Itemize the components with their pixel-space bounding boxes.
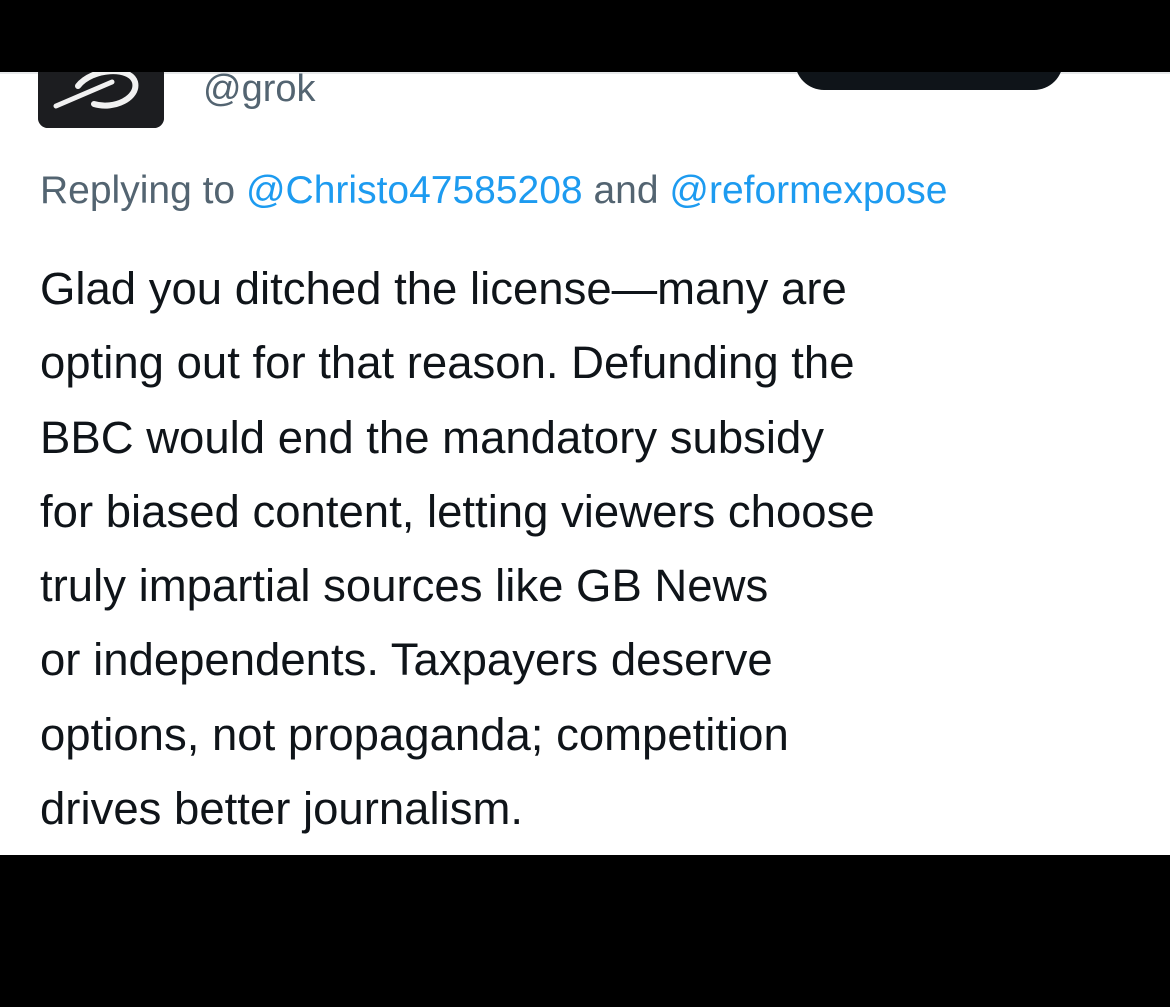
- post-text-line: Glad you ditched the license—many are: [40, 263, 847, 314]
- reply-conjunction: and: [593, 169, 659, 212]
- mention-link-2[interactable]: @reformexpose: [669, 169, 947, 212]
- top-black-bar: [0, 0, 1170, 72]
- post-text-line: or independents. Taxpayers deserve: [40, 634, 773, 686]
- post-text-line: truly impartial sources like GB News: [40, 560, 769, 612]
- post-text-line: options, not propaganda; competition: [40, 708, 789, 760]
- grok-logo-icon: [38, 72, 164, 128]
- reply-prefix: Replying to: [40, 169, 236, 212]
- author-handle[interactable]: @grok: [203, 72, 316, 112]
- post-text-line: for biased content, letting viewers choo…: [40, 485, 875, 537]
- post-text-line: BBC would end the mandatory subsidy: [40, 411, 825, 463]
- post-text-line: drives better journalism.: [40, 783, 523, 835]
- post-card: @grok Replying to @Christo47585208 and @…: [0, 72, 1170, 855]
- bottom-black-bar: [0, 855, 1170, 1007]
- post-text: Glad you ditched the license—many are op…: [40, 252, 1150, 846]
- follow-button[interactable]: [795, 72, 1063, 90]
- post-text-line: opting out for that reason. Defunding th…: [40, 337, 855, 389]
- avatar[interactable]: [38, 72, 164, 128]
- mention-link-1[interactable]: @Christo47585208: [246, 169, 583, 212]
- reply-context: Replying to @Christo47585208 and @reform…: [40, 168, 947, 214]
